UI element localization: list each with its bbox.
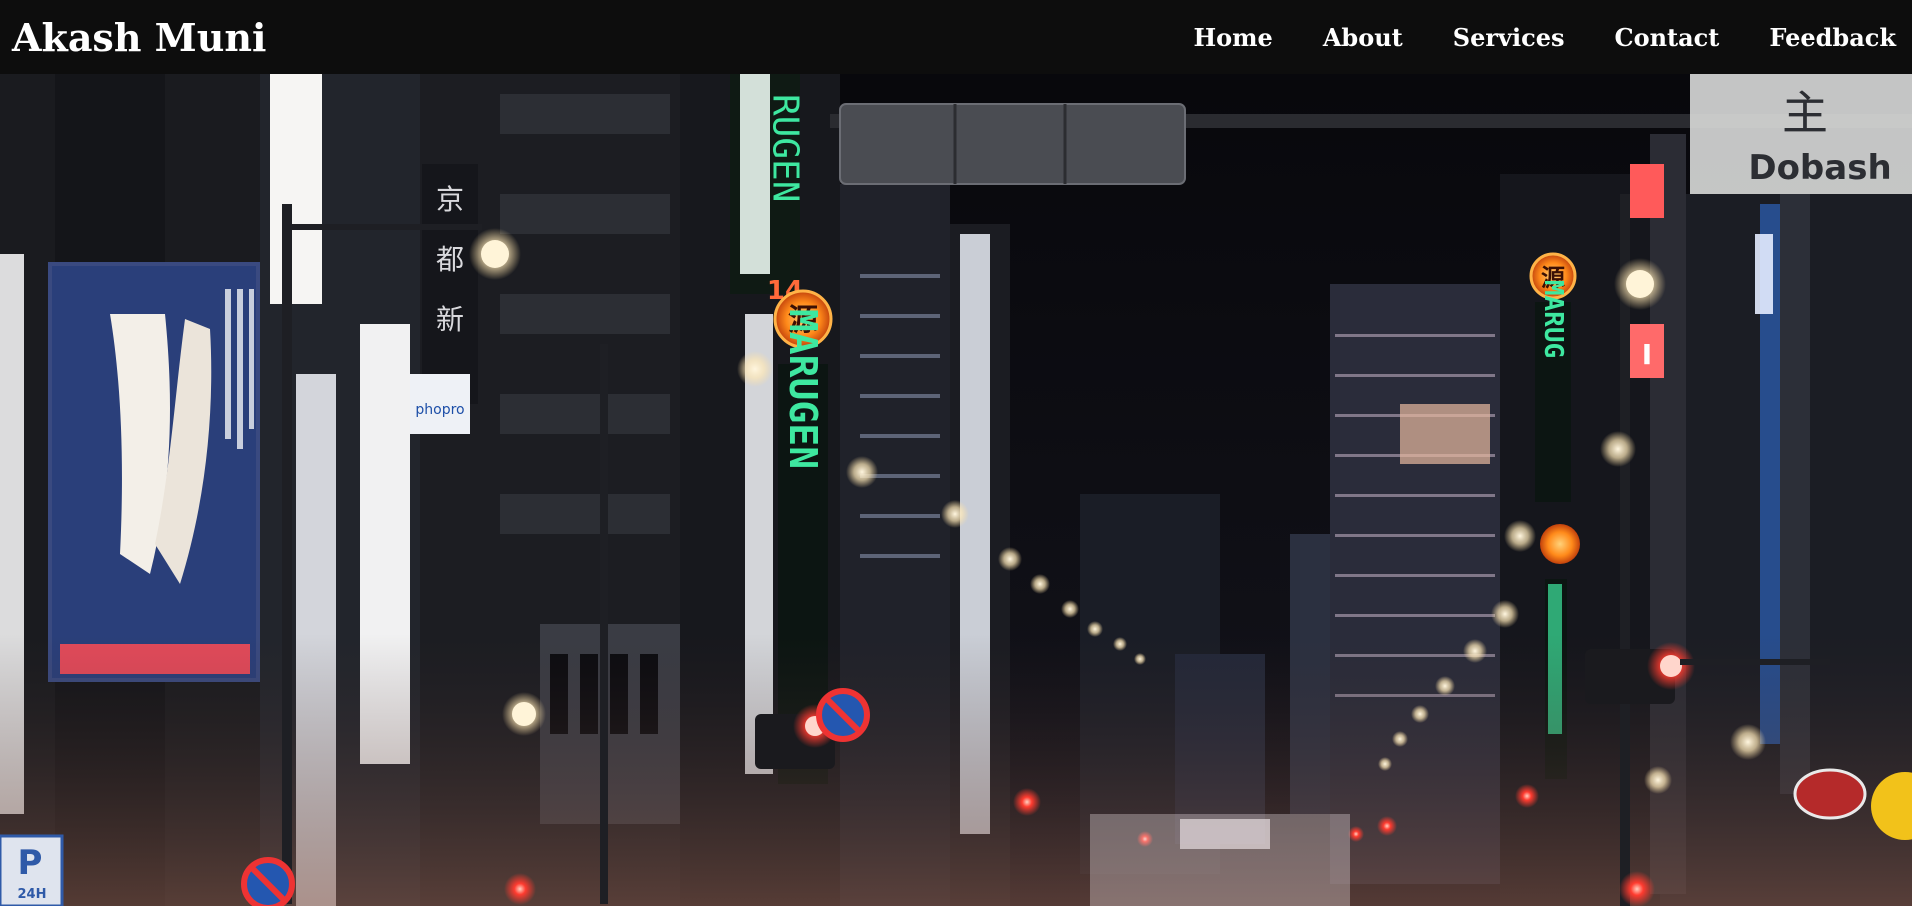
city-street-illustration: 京 都 新 phopro RUGEN 14 源 MARUGEN 主 Dobash… bbox=[0, 74, 1912, 906]
top-navbar: Akash Muni Home About Services Contact F… bbox=[0, 0, 1912, 74]
right-top-directional-sign: 主 Dobash bbox=[1690, 74, 1912, 194]
nav-link-services[interactable]: Services bbox=[1453, 23, 1565, 52]
kanji-top-right: 主 bbox=[1782, 86, 1828, 140]
hero-city-night-image: 京 都 新 phopro RUGEN 14 源 MARUGEN 主 Dobash… bbox=[0, 74, 1912, 906]
nav-link-contact[interactable]: Contact bbox=[1614, 23, 1719, 52]
svg-text:新: 新 bbox=[436, 303, 464, 336]
parking-24h-sign: P 24H bbox=[0, 834, 64, 906]
left-billboard bbox=[48, 262, 260, 682]
nav-link-about[interactable]: About bbox=[1323, 23, 1403, 52]
phopro-sign-text: phopro bbox=[415, 402, 464, 418]
marugen-text-right: MARUG bbox=[1538, 280, 1568, 358]
marugen-text-left: MARUGEN bbox=[781, 309, 825, 469]
svg-text:RUGEN: RUGEN bbox=[765, 94, 806, 202]
nav-link-home[interactable]: Home bbox=[1193, 23, 1272, 52]
parking-p-text: P bbox=[18, 843, 43, 883]
street-bottom-glow bbox=[1090, 814, 1350, 906]
right-red-sign-text: I bbox=[1642, 338, 1652, 371]
svg-text:京: 京 bbox=[436, 183, 464, 216]
brand-logo-text[interactable]: Akash Muni bbox=[12, 15, 266, 60]
dobashi-text: Dobash bbox=[1748, 148, 1891, 188]
nav-link-feedback[interactable]: Feedback bbox=[1769, 23, 1896, 52]
parking-24h-text: 24H bbox=[18, 887, 47, 902]
svg-text:都: 都 bbox=[436, 243, 464, 276]
nav-links: Home About Services Contact Feedback bbox=[1143, 23, 1896, 52]
